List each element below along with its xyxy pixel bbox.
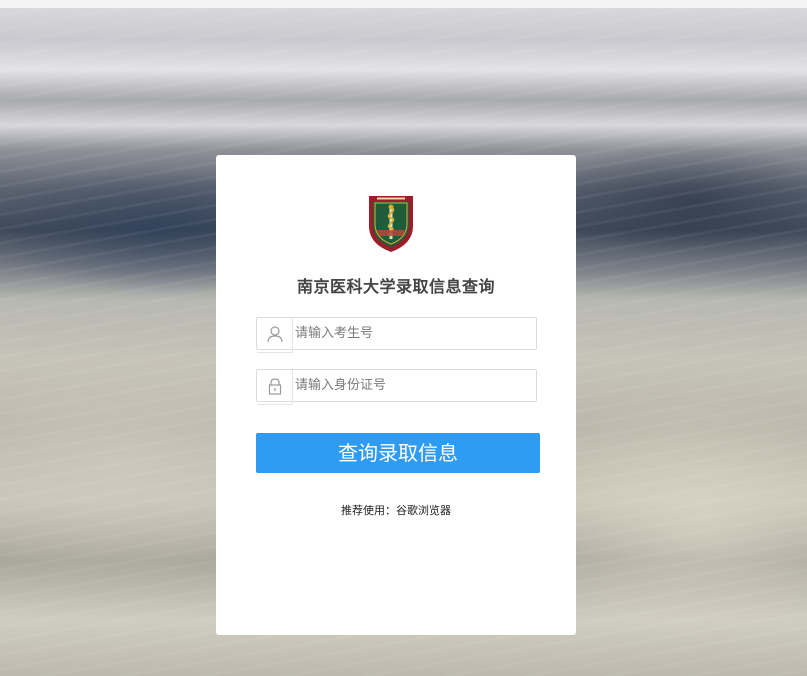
university-emblem-logo [369, 196, 413, 252]
top-strip [0, 0, 807, 8]
page-title: 南京医科大学录取信息查询 [296, 277, 495, 296]
user-icon [257, 318, 293, 353]
query-admission-button[interactable]: 查询录取信息 [256, 433, 540, 473]
candidate-number-field [256, 317, 537, 353]
login-card: 南京医科大学录取信息查询 查询录取信息 推荐使用：谷歌浏览器 [216, 155, 576, 635]
browser-recommendation: 推荐使用：谷歌浏览器 [341, 504, 451, 517]
id-number-field [256, 369, 537, 405]
lock-icon [257, 370, 293, 405]
candidate-number-input[interactable] [295, 318, 531, 349]
id-number-input[interactable] [295, 370, 531, 401]
